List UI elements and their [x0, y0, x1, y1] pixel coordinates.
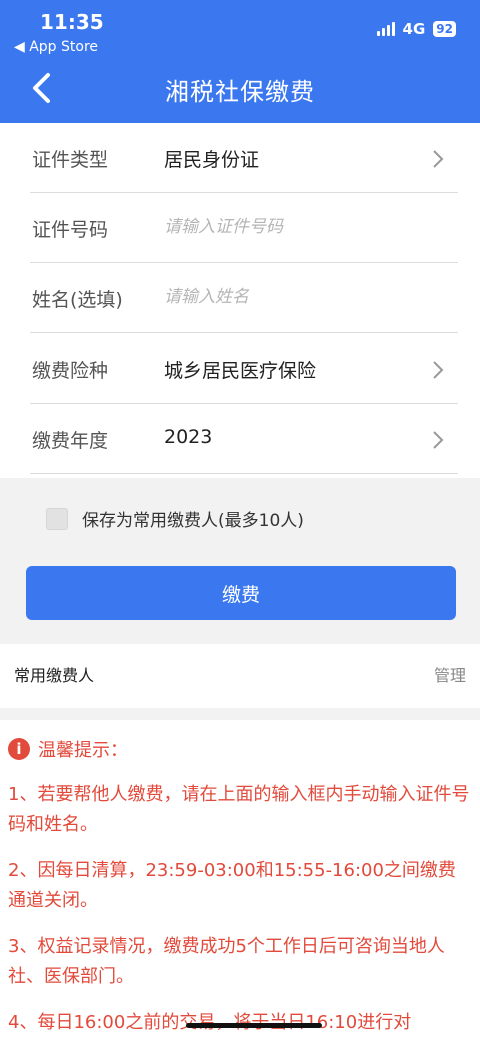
id-number-input[interactable]: [164, 211, 424, 243]
home-indicator: [186, 1023, 322, 1028]
chevron-right-icon: [433, 150, 444, 168]
signal-icon: [376, 22, 395, 36]
name-input[interactable]: [164, 281, 424, 313]
insurance-type-value: 城乡居民医疗保险: [164, 360, 317, 382]
name-label: 姓名(选填): [32, 289, 123, 311]
tips-title: 温馨提示：: [38, 740, 128, 761]
tips-header: i 温馨提示：: [8, 736, 128, 762]
chevron-right-icon: [433, 361, 444, 379]
id-type-row[interactable]: 证件类型 居民身份证: [30, 123, 458, 193]
tip-item: 1、若要帮他人缴费，请在上面的输入框内手动输入证件号码和姓名。: [8, 784, 470, 835]
name-row: 姓名(选填): [30, 263, 458, 333]
tips-panel: i 温馨提示： 1、若要帮他人缴费，请在上面的输入框内手动输入证件号码和姓名。 …: [0, 720, 480, 1038]
insurance-type-label: 缴费险种: [32, 360, 109, 382]
page-title: 湘税社保缴费: [165, 78, 315, 106]
save-payer-checkbox[interactable]: [46, 507, 68, 530]
id-type-label: 证件类型: [32, 149, 109, 171]
manage-link[interactable]: 管理: [434, 662, 466, 686]
frequent-payers-section: 常用缴费人 管理: [0, 644, 480, 708]
id-number-row: 证件号码: [30, 193, 458, 263]
id-type-value: 居民身份证: [164, 149, 260, 171]
year-label: 缴费年度: [32, 430, 109, 452]
payment-form: 证件类型 居民身份证 证件号码 姓名(选填) 缴费险种 城乡居民医疗保险 缴费年…: [0, 123, 480, 478]
year-row[interactable]: 缴费年度 2023: [30, 404, 458, 474]
back-to-app-store[interactable]: ◀ App Store: [14, 39, 98, 55]
id-number-label: 证件号码: [32, 219, 109, 241]
chevron-right-icon: [433, 431, 444, 449]
info-icon: i: [8, 738, 30, 760]
status-time: 11:35: [40, 10, 104, 34]
status-indicators: 4G 92: [376, 20, 456, 38]
insurance-type-row[interactable]: 缴费险种 城乡居民医疗保险: [30, 334, 458, 404]
year-value: 2023: [164, 426, 213, 448]
frequent-payers-title: 常用缴费人: [14, 666, 95, 685]
network-label: 4G: [402, 20, 426, 38]
save-payer-option[interactable]: 保存为常用缴费人(最多10人): [46, 506, 304, 531]
app-header: 11:35 ◀ App Store 4G 92 湘税社保缴费: [0, 0, 480, 123]
tip-item: 2、因每日清算，23:59-03:00和15:55-16:00之间缴费通道关闭。: [8, 860, 456, 911]
tip-item: 3、权益记录情况，缴费成功5个工作日后可咨询当地人社、医保部门。: [8, 936, 445, 987]
save-payer-label: 保存为常用缴费人(最多10人): [82, 511, 304, 531]
battery-icon: 92: [433, 21, 456, 37]
pay-button[interactable]: 缴费: [26, 566, 456, 620]
